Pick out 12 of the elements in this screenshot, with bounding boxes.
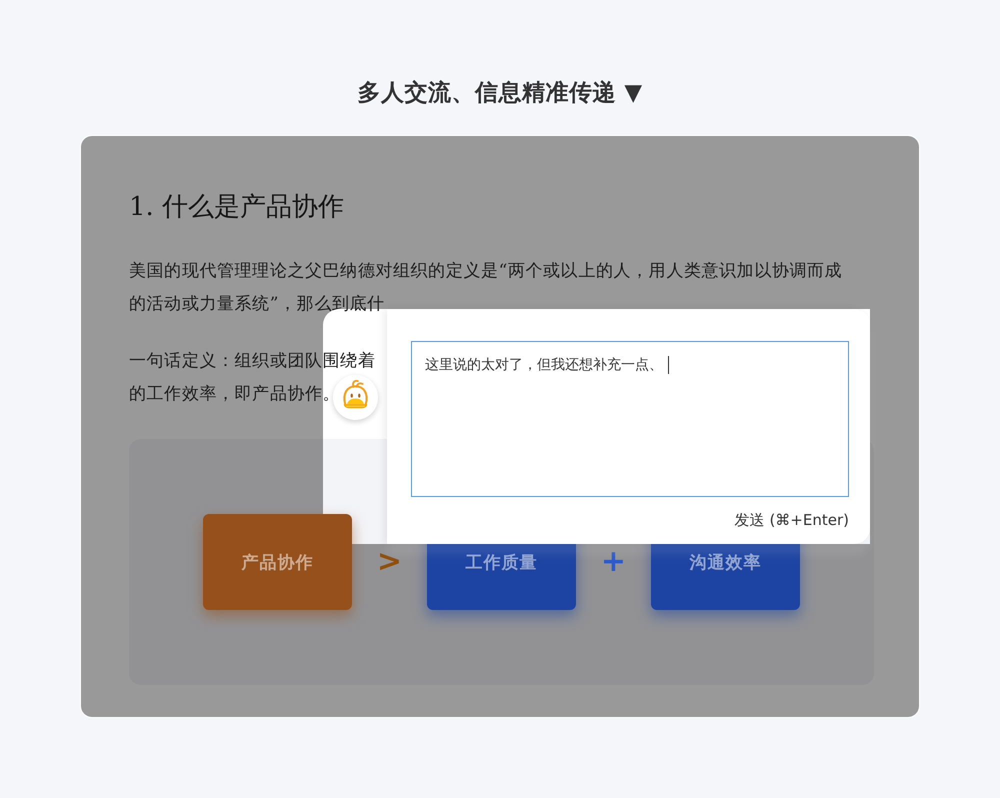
section-title: 多人交流、信息精准传递 ▼ [357,79,643,108]
paragraph-text: 一句话定义：组织或团队围绕着 [129,350,376,373]
paragraph-text: 的活动或力量系统”，那么到底什 [129,293,385,316]
comment-input[interactable]: 这里说的太对了，但我还想补充一点、 [411,341,849,497]
operator-symbol: + [600,545,626,579]
paragraph-text: 的工作效率，即产品协作。 [129,383,340,406]
text-cursor-icon [668,356,669,374]
duck-avatar-icon [333,375,378,420]
operator-symbol: > [376,545,402,579]
document-heading: 1. 什么是产品协作 [129,191,344,223]
diagram-node: 产品协作 [203,514,352,610]
paragraph-text: 美国的现代管理理论之父巴纳德对组织的定义是“两个或以上的人，用人类意识加以协调而成 [129,260,842,283]
